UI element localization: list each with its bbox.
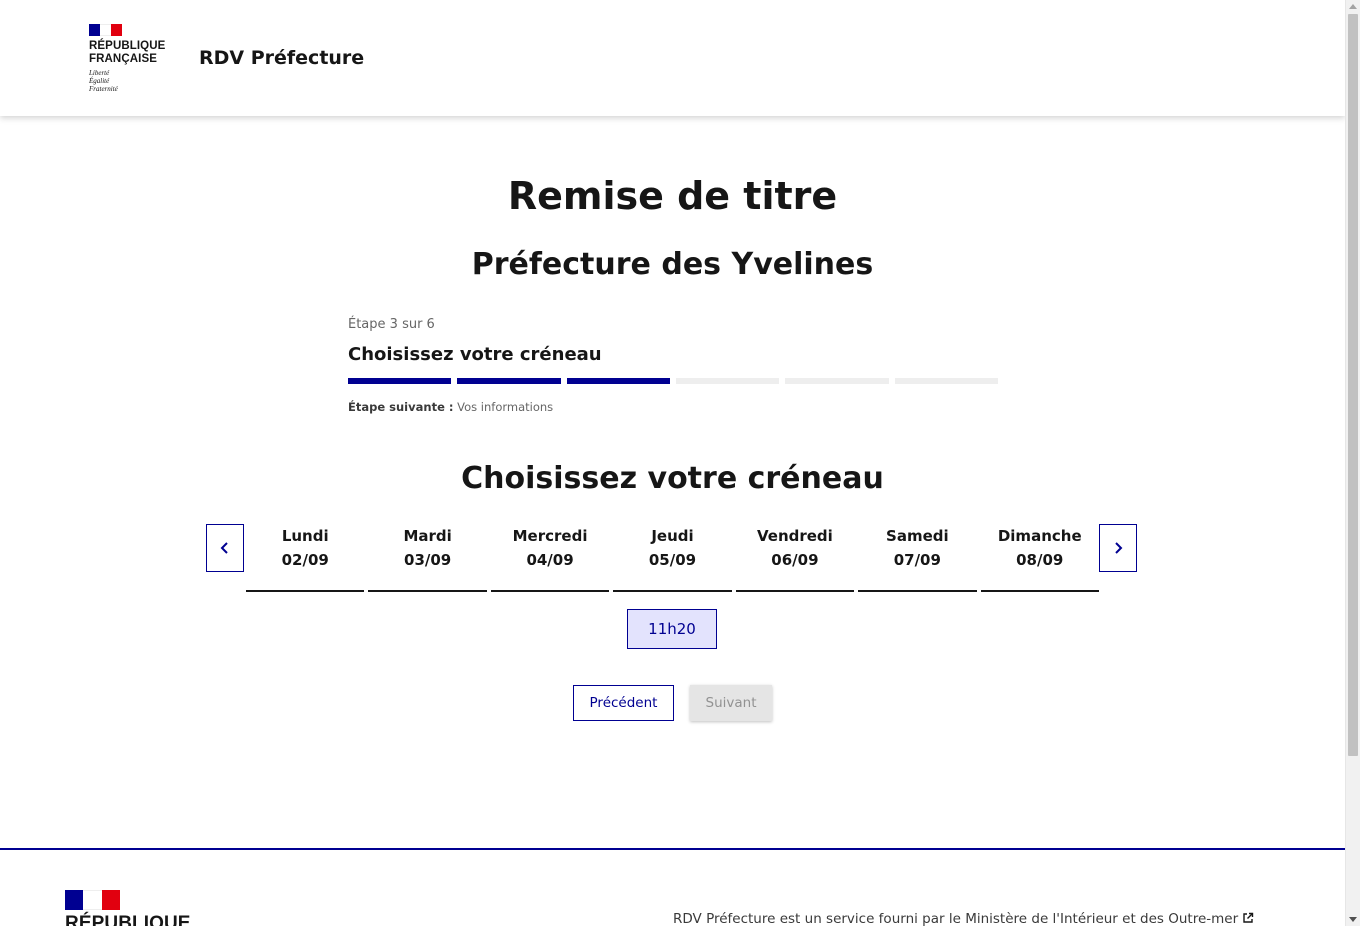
day-name: Samedi <box>886 527 949 545</box>
day-column: Dimanche 08/09 <box>980 524 1099 592</box>
day-column: Lundi 02/09 <box>246 524 365 592</box>
next-week-button[interactable] <box>1099 524 1137 572</box>
republic-name: République Française <box>89 40 166 65</box>
service-title[interactable]: RDV Préfecture <box>199 45 364 71</box>
time-slot-button[interactable]: 11h20 <box>627 609 717 649</box>
step-title: Choisissez votre créneau <box>348 344 602 365</box>
step-segment <box>785 378 889 384</box>
day-name: Mardi <box>403 527 452 545</box>
day-name: Jeudi <box>651 527 694 545</box>
step-segment <box>457 378 561 384</box>
step-state: Étape 3 sur 6 <box>348 317 435 332</box>
page: République Française Liberté Égalité Fra… <box>0 0 1345 926</box>
day-name: Mercredi <box>512 527 588 545</box>
french-flag-icon <box>65 890 120 910</box>
step-segment <box>675 378 780 384</box>
footer-service-link[interactable]: RDV Préfecture est un service fourni par… <box>673 910 1254 926</box>
step-next-value: Vos informations <box>457 400 554 414</box>
day-date: 02/09 <box>281 551 329 569</box>
day-date: 06/09 <box>771 551 819 569</box>
calendar-days: Lundi 02/09 Mardi 03/09 Mercredi 04/09 Jeudi 05… <box>246 524 1099 592</box>
site-footer: République RDV Préfecture est un service… <box>0 848 1345 926</box>
day-date: 05/09 <box>648 551 697 569</box>
republique-francaise-logo[interactable]: République Française Liberté Égalité Fra… <box>89 24 179 93</box>
footer-logo[interactable]: République <box>65 890 191 926</box>
previous-week-button[interactable] <box>206 524 244 572</box>
external-link-icon <box>1242 911 1254 926</box>
step-segment <box>348 378 452 384</box>
scrollbar-thumb[interactable] <box>1348 14 1358 756</box>
day-name: Vendredi <box>756 527 833 545</box>
site-header: République Française Liberté Égalité Fra… <box>0 0 1345 116</box>
step-next: Étape suivante : Vos informations <box>348 398 998 416</box>
day-date: 04/09 <box>526 551 574 569</box>
day-column: Mardi 03/09 <box>368 524 487 592</box>
day-name: Lundi <box>281 527 329 545</box>
footer-republic-name: République <box>65 913 191 926</box>
footer-service-text: RDV Préfecture est un service fourni par… <box>673 911 1239 926</box>
vertical-scrollbar[interactable] <box>1345 0 1360 926</box>
scroll-up-arrow-icon[interactable] <box>1349 4 1357 9</box>
chevron-left-icon <box>220 542 228 554</box>
day-date: 07/09 <box>893 551 941 569</box>
step-progress-bar <box>348 378 998 384</box>
scroll-down-arrow-icon[interactable] <box>1349 917 1357 922</box>
day-date: 08/09 <box>1016 551 1064 569</box>
prefecture-name: Préfecture des Yvelines <box>471 247 874 282</box>
step-next-label: Étape suivante : <box>348 400 454 414</box>
step-segment <box>894 378 998 384</box>
step-segment <box>566 378 670 384</box>
day-date: 03/09 <box>404 551 452 569</box>
stepper: Étape 3 sur 6 Choisissez votre créneau É… <box>348 314 998 416</box>
chevron-right-icon <box>1115 542 1123 554</box>
republic-motto: Liberté Égalité Fraternité <box>89 69 118 93</box>
day-column: Mercredi 04/09 <box>490 524 610 592</box>
page-title: Remise de titre <box>507 174 838 218</box>
day-column: Jeudi 05/09 <box>613 524 732 592</box>
day-column: Vendredi 06/09 <box>735 524 855 592</box>
french-flag-icon <box>89 24 122 36</box>
previous-button[interactable]: Précédent <box>573 685 674 721</box>
section-title: Choisissez votre créneau <box>461 461 884 496</box>
day-name: Dimanche <box>997 527 1082 545</box>
next-button[interactable]: Suivant <box>690 685 772 721</box>
day-column: Samedi 07/09 <box>858 524 977 592</box>
